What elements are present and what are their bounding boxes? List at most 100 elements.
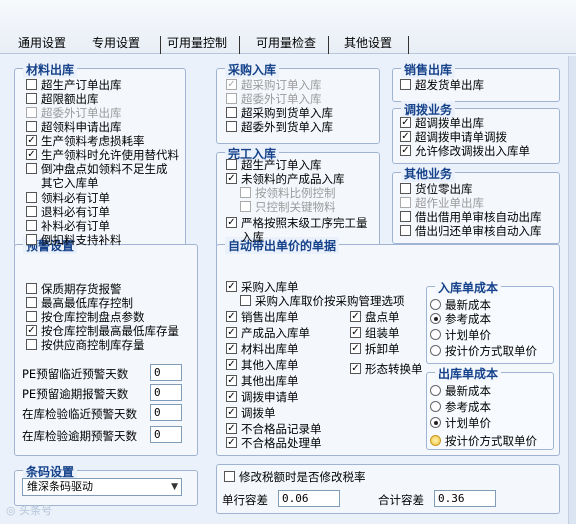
checkbox-checked[interactable]: ✓	[350, 327, 361, 338]
material-out-option-7[interactable]: 领料必有订单	[26, 191, 110, 205]
checkbox-checked[interactable]: ✓	[26, 325, 37, 336]
checkbox-checked[interactable]: ✓	[226, 79, 237, 90]
radio-button[interactable]	[430, 313, 441, 324]
checkbox-checked[interactable]: ✓	[350, 363, 361, 374]
checkbox-checked[interactable]: ✓	[350, 343, 361, 354]
auto-price-option-8[interactable]: ✓ 其他入库单	[226, 358, 299, 372]
checkbox[interactable]	[400, 225, 411, 236]
checkbox-checked[interactable]: ✓	[226, 327, 237, 338]
checkbox[interactable]	[226, 159, 237, 170]
other-biz-option-2[interactable]: 借出借用单审核自动出库	[400, 210, 542, 224]
auto-price-option-14[interactable]: ✓ 不合格品处理单	[226, 436, 322, 450]
checkbox-checked[interactable]: ✓	[226, 311, 237, 322]
checkbox-checked[interactable]: ✓	[226, 217, 237, 228]
barcode-driver-select[interactable]: 维深条码驱动 ▼	[22, 478, 182, 496]
checkbox-checked[interactable]: ✓	[226, 281, 237, 292]
auto-price-option-11[interactable]: ✓ 调拨申请单	[226, 390, 299, 404]
checkbox[interactable]	[26, 283, 37, 294]
warning-days-input-1[interactable]: 0	[150, 384, 182, 401]
radio-button[interactable]	[430, 435, 441, 446]
checkbox[interactable]	[26, 163, 37, 174]
radio-button[interactable]	[430, 385, 441, 396]
warning-option-1[interactable]: 最高最低库存控制	[26, 296, 133, 310]
radio-button[interactable]	[430, 401, 441, 412]
checkbox[interactable]	[26, 79, 37, 90]
warning-option-3[interactable]: ✓ 按仓库控制最高最低库存量	[26, 324, 179, 338]
warning-option-4[interactable]: 按供应商控制库存量	[26, 338, 145, 352]
checkbox[interactable]	[226, 121, 237, 132]
modify-tax-rate-option[interactable]: 修改税额时是否修改税率	[224, 470, 366, 484]
checkbox-checked[interactable]: ✓	[26, 135, 37, 146]
auto-price-option-13[interactable]: ✓ 不合格品记录单	[226, 422, 322, 436]
warning-option-2[interactable]: 按仓库控制盘点参数	[26, 310, 145, 324]
transfer-option-0[interactable]: ✓ 超调拨单出库	[400, 116, 484, 130]
completion-in-option-0[interactable]: 超生产订单入库	[226, 158, 322, 172]
checkbox-checked[interactable]: ✓	[400, 145, 411, 156]
radio-button[interactable]	[430, 329, 441, 340]
tab-special[interactable]: 专用设置	[88, 36, 148, 54]
material-out-option-5[interactable]: ✓ 生产领料时允许使用替代料	[26, 148, 179, 162]
checkbox-checked[interactable]: ✓	[226, 173, 237, 184]
warning-days-input-3[interactable]: 0	[150, 426, 182, 443]
checkbox-checked[interactable]: ✓	[226, 437, 237, 448]
in-cost-radio-3[interactable]: 按计价方式取单价	[430, 344, 537, 358]
checkbox[interactable]	[26, 311, 37, 322]
tab-other-settings[interactable]: 其他设置	[340, 36, 410, 54]
warning-days-input-0[interactable]: 0	[150, 364, 182, 381]
checkbox[interactable]	[400, 79, 411, 90]
auto-price-option-10[interactable]: ✓ 其他出库单	[226, 374, 299, 388]
checkbox[interactable]	[26, 220, 37, 231]
checkbox[interactable]	[226, 93, 237, 104]
checkbox-checked[interactable]: ✓	[400, 131, 411, 142]
in-cost-radio-2[interactable]: 计划单价	[430, 328, 491, 342]
checkbox-checked[interactable]: ✓	[226, 375, 237, 386]
material-out-option-8[interactable]: 退料必有订单	[26, 205, 110, 219]
radio-button[interactable]	[430, 299, 441, 310]
completion-in-option-2[interactable]: 按领料比例控制	[240, 186, 336, 200]
out-cost-radio-2[interactable]: 计划单价	[430, 416, 491, 430]
checkbox-checked[interactable]: ✓	[226, 423, 237, 434]
auto-price-option-0[interactable]: ✓ 采购入库单	[226, 280, 299, 294]
material-out-option-6[interactable]: 倒冲盘点如领料不足生成其它入库单	[26, 162, 178, 190]
checkbox[interactable]	[240, 295, 251, 306]
checkbox[interactable]	[26, 297, 37, 308]
auto-price-option-3[interactable]: ✓ 盘点单	[350, 310, 400, 324]
checkbox[interactable]	[400, 211, 411, 222]
checkbox-checked[interactable]: ✓	[350, 311, 361, 322]
checkbox[interactable]	[26, 339, 37, 350]
checkbox[interactable]	[400, 197, 411, 208]
material-out-option-2[interactable]: 超委外订单出库	[26, 106, 122, 120]
checkbox[interactable]	[26, 206, 37, 217]
in-cost-radio-1[interactable]: 参考成本	[430, 312, 491, 326]
total-tolerance-input[interactable]: 0.36	[434, 490, 496, 507]
checkbox[interactable]	[226, 107, 237, 118]
checkbox-checked[interactable]: ✓	[226, 343, 237, 354]
purchase-in-option-1[interactable]: 超委外订单入库	[226, 92, 322, 106]
purchase-in-option-0[interactable]: ✓ 超采购订单入库	[226, 78, 322, 92]
tab-availability-control[interactable]: 可用量控制	[160, 36, 241, 54]
other-biz-option-3[interactable]: 借出归还单审核自动入库	[400, 224, 542, 238]
auto-price-option-6[interactable]: ✓ 材料出库单	[226, 342, 299, 356]
transfer-option-2[interactable]: ✓ 允许修改调拨出入库单	[400, 144, 530, 158]
material-out-option-9[interactable]: 补料必有订单	[26, 219, 110, 233]
unit-tolerance-input[interactable]: 0.06	[278, 490, 340, 507]
checkbox-checked[interactable]: ✓	[226, 407, 237, 418]
checkbox[interactable]	[240, 201, 251, 212]
auto-price-option-2[interactable]: ✓ 销售出库单	[226, 310, 299, 324]
auto-price-option-12[interactable]: ✓ 调拨单	[226, 406, 276, 420]
auto-price-option-1[interactable]: 采购入库取价按采购管理选项	[240, 294, 405, 308]
completion-in-option-3[interactable]: 只控制关键物料	[240, 200, 336, 214]
auto-price-option-9[interactable]: ✓ 形态转换单	[350, 362, 423, 376]
sales-out-option-0[interactable]: 超发货单出库	[400, 78, 484, 92]
out-cost-radio-1[interactable]: 参考成本	[430, 400, 491, 414]
checkbox[interactable]	[26, 93, 37, 104]
material-out-option-3[interactable]: 超领料申请出库	[26, 120, 122, 134]
checkbox[interactable]	[400, 183, 411, 194]
checkbox-checked[interactable]: ✓	[26, 149, 37, 160]
material-out-option-1[interactable]: 超限额出库	[26, 92, 99, 106]
transfer-option-1[interactable]: ✓ 超调拨申请单调拨	[400, 130, 507, 144]
out-cost-radio-3[interactable]: 按计价方式取单价	[430, 434, 537, 448]
warning-option-0[interactable]: 保质期存货报警	[26, 282, 122, 296]
radio-button[interactable]	[430, 345, 441, 356]
radio-button[interactable]	[430, 417, 441, 428]
